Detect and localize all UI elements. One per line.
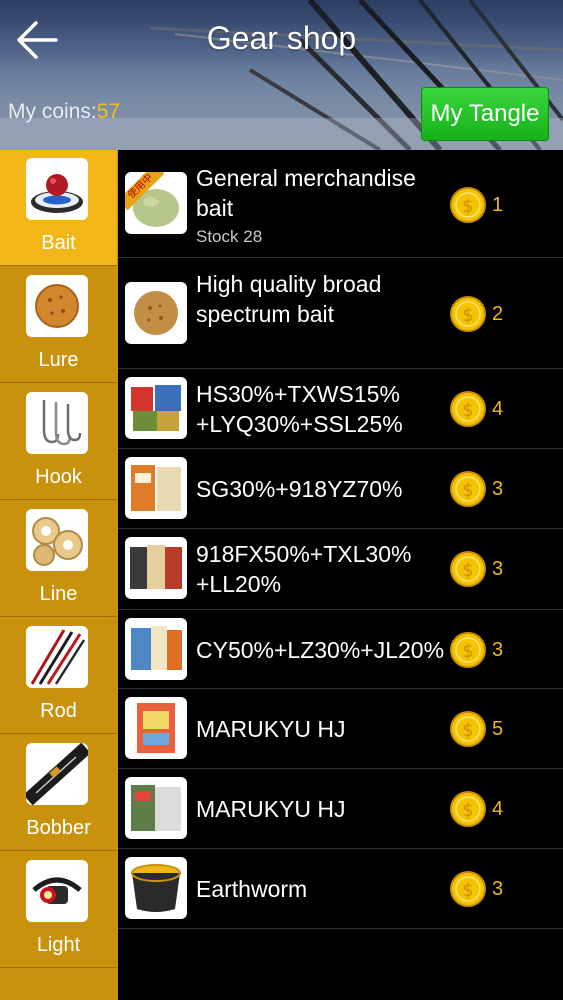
bait-package-image — [125, 618, 187, 680]
bait-icon — [26, 158, 88, 220]
product-name: CY50%+LZ30%+JL20% — [196, 637, 445, 663]
product-price: 2 — [492, 303, 504, 325]
sidebar-item-lure[interactable]: Lure — [0, 267, 117, 383]
product-item[interactable]: MARUKYU HJ $ 4 — [118, 769, 563, 849]
product-name: MARUKYU HJ — [196, 796, 346, 822]
product-stock: Stock 28 — [196, 227, 262, 247]
lure-icon — [26, 275, 88, 337]
product-price: 1 — [492, 194, 504, 216]
bait-ball-image: 使用中 — [125, 172, 187, 234]
sidebar-item-label: Bait — [41, 232, 76, 254]
sidebar-item-label: Bobber — [26, 817, 91, 839]
product-price: 4 — [492, 398, 504, 420]
product-price: 3 — [492, 558, 504, 580]
bait-package-image — [125, 697, 187, 759]
coin-icon: $ — [450, 711, 486, 747]
product-price: 5 — [492, 718, 504, 740]
product-item[interactable]: 使用中 General merchandise bait Stock 28 $ … — [118, 150, 563, 258]
bait-powder-image — [125, 282, 187, 344]
earthworm-cup-image — [125, 857, 187, 919]
product-list: 使用中 General merchandise bait Stock 28 $ … — [118, 150, 563, 1000]
coin-icon: $ — [450, 791, 486, 827]
light-icon — [26, 860, 88, 922]
product-item[interactable]: CY50%+LZ30%+JL20% $ 3 — [118, 610, 563, 689]
header-banner: Gear shop My coins:57 My Tangle — [0, 0, 563, 150]
svg-text:$: $ — [462, 641, 473, 662]
bait-package-image — [125, 457, 187, 519]
product-item[interactable]: HS30%+TXWS15% +LYQ30%+SSL25% $ 4 — [118, 369, 563, 449]
coin-icon: $ — [450, 471, 486, 507]
bait-package-image — [125, 537, 187, 599]
svg-text:$: $ — [462, 800, 473, 821]
product-name: MARUKYU HJ — [196, 716, 346, 742]
coins-label: My coins: — [8, 100, 97, 123]
coin-icon: $ — [450, 391, 486, 427]
stock-value: 28 — [243, 227, 263, 246]
sidebar-item-hook[interactable]: Hook — [0, 384, 117, 500]
svg-text:$: $ — [462, 305, 473, 326]
svg-text:$: $ — [462, 196, 473, 217]
product-name: General merchandise bait — [196, 165, 416, 221]
hook-icon — [26, 392, 88, 454]
product-item[interactable]: 918FX50%+TXL30% +LL20% $ 3 — [118, 529, 563, 610]
sidebar-item-light[interactable]: Light — [0, 852, 117, 968]
category-sidebar: Bait Lure Hook Line Rod Bobber Light — [0, 150, 118, 1000]
product-name: High quality broad spectrum bait — [196, 271, 382, 327]
product-item[interactable]: SG30%+918YZ70% $ 3 — [118, 449, 563, 529]
coin-icon: $ — [450, 296, 486, 332]
coin-icon: $ — [450, 632, 486, 668]
bait-package-image — [125, 777, 187, 839]
sidebar-item-label: Rod — [40, 700, 77, 722]
product-name: 918FX50%+TXL30% +LL20% — [196, 541, 412, 597]
rod-icon — [26, 626, 88, 688]
coin-icon: $ — [450, 187, 486, 223]
sidebar-item-rod[interactable]: Rod — [0, 618, 117, 734]
svg-text:$: $ — [462, 400, 473, 421]
product-name: Earthworm — [196, 876, 308, 902]
sidebar-item-label: Light — [36, 934, 81, 956]
bobber-icon — [26, 743, 88, 805]
sidebar-item-bait[interactable]: Bait — [0, 150, 117, 266]
coin-icon: $ — [450, 551, 486, 587]
product-name: HS30%+TXWS15% +LYQ30%+SSL25% — [196, 381, 403, 437]
product-item[interactable]: Earthworm $ 3 — [118, 849, 563, 929]
product-item[interactable]: High quality broad spectrum bait $ 2 — [118, 258, 563, 369]
sidebar-item-label: Line — [39, 583, 78, 605]
svg-text:$: $ — [462, 880, 473, 901]
product-item[interactable]: MARUKYU HJ $ 5 — [118, 689, 563, 769]
stock-label: Stock — [196, 227, 239, 246]
sidebar-item-line[interactable]: Line — [0, 501, 117, 617]
line-icon — [26, 509, 88, 571]
svg-text:$: $ — [462, 560, 473, 581]
svg-text:$: $ — [462, 480, 473, 501]
coin-icon: $ — [450, 871, 486, 907]
coins-value: 57 — [96, 100, 121, 123]
product-price: 3 — [492, 478, 504, 500]
product-price: 4 — [492, 798, 504, 820]
bait-package-image — [125, 377, 187, 439]
sidebar-item-label: Hook — [35, 466, 82, 488]
my-tangle-button[interactable]: My Tangle — [421, 87, 549, 141]
page-title: Gear shop — [206, 20, 357, 56]
product-price: 3 — [492, 639, 504, 661]
product-name: SG30%+918YZ70% — [196, 476, 403, 502]
coins-balance: My coins:57 — [8, 100, 120, 124]
product-price: 3 — [492, 878, 504, 900]
sidebar-item-bobber[interactable]: Bobber — [0, 735, 117, 851]
sidebar-item-label: Lure — [38, 349, 79, 371]
svg-text:$: $ — [462, 720, 473, 741]
